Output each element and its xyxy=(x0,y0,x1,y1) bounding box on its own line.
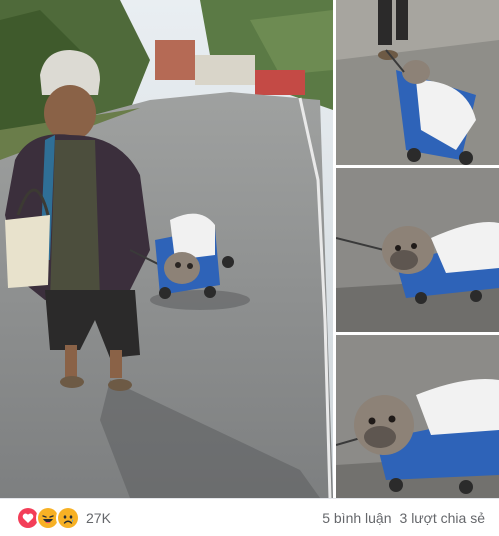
feed-post: 27K 5 bình luận 3 lượt chia sẻ xyxy=(0,0,499,536)
reaction-icons[interactable] xyxy=(16,505,80,530)
comments-count-link[interactable]: 5 bình luận xyxy=(322,510,391,526)
side-photo-1-image xyxy=(336,0,499,165)
photo-grid xyxy=(0,0,499,498)
reaction-count[interactable]: 27K xyxy=(86,510,111,526)
reactions-bar: 27K 5 bình luận 3 lượt chia sẻ xyxy=(0,498,499,536)
main-photo[interactable] xyxy=(0,0,333,498)
side-photo-2-image xyxy=(336,168,499,332)
side-photo-1[interactable] xyxy=(336,0,499,165)
shares-count-link[interactable]: 3 lượt chia sẻ xyxy=(400,510,485,526)
main-photo-image xyxy=(0,0,333,498)
side-photo-3[interactable] xyxy=(336,335,499,498)
side-photo-3-image xyxy=(336,335,499,498)
side-photo-2[interactable] xyxy=(336,168,499,332)
sad-icon xyxy=(56,505,80,530)
